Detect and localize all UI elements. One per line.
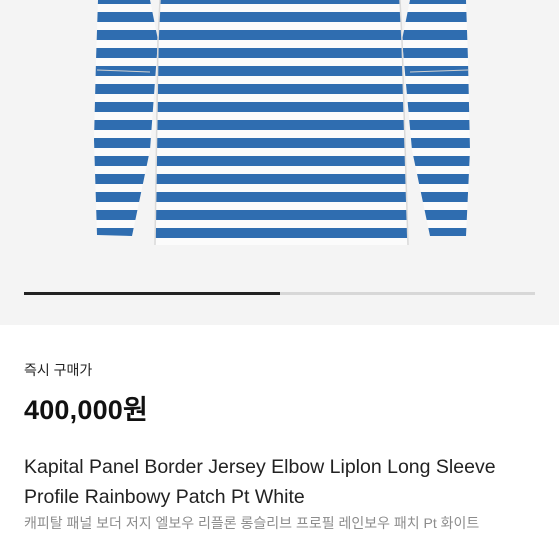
product-title[interactable]: Kapital Panel Border Jersey Elbow Liplon… <box>24 452 544 512</box>
stripe <box>94 120 470 130</box>
stripe <box>94 228 470 238</box>
stripe <box>94 192 470 202</box>
stripe <box>94 84 470 94</box>
product-image[interactable] <box>0 0 559 325</box>
stripe <box>94 156 470 166</box>
product-subtitle: 캐피탈 패널 보더 저지 엘보우 리플론 롱슬리브 프로필 레인보우 패치 Pt… <box>24 515 480 531</box>
stripe <box>94 66 470 76</box>
striped-shirt-image <box>0 0 559 256</box>
instant-price-label: 즉시 구매가 <box>24 362 93 378</box>
carousel-progress-fill <box>24 292 280 295</box>
stripe <box>94 210 470 220</box>
stripe <box>94 174 470 184</box>
stripe <box>0 246 559 256</box>
shirt-stripes <box>0 0 559 256</box>
stripe <box>94 102 470 112</box>
stripe <box>94 0 470 4</box>
price: 400,000원 <box>24 395 149 425</box>
stripe <box>94 30 470 40</box>
stripe <box>94 138 470 148</box>
carousel-progress-track <box>24 292 535 295</box>
stripe <box>94 12 470 22</box>
stripe <box>94 48 470 58</box>
